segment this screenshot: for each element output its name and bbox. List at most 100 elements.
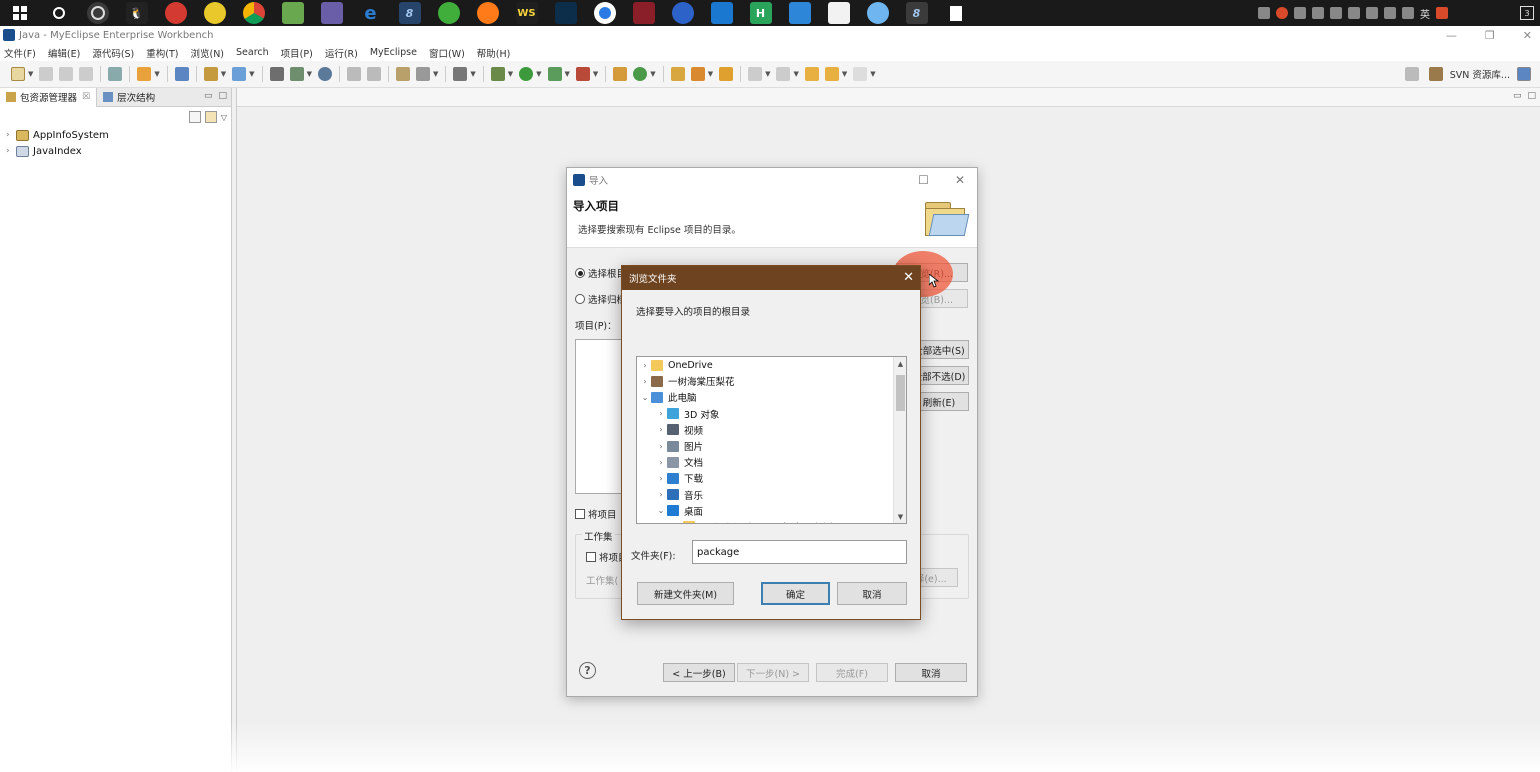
menu-project[interactable]: 项目(P) [281,46,313,60]
tab-hierarchy[interactable]: 层次结构 [97,88,161,107]
close-icon[interactable]: ✕ [903,270,914,285]
open-resource-dropdown[interactable]: ▼ [307,70,312,78]
hbuilder-icon[interactable]: H [749,2,772,24]
next-annotation-icon[interactable] [366,67,381,81]
chevron-right-icon[interactable]: › [655,425,667,434]
menu-run[interactable]: 运行(R) [325,46,358,60]
new-class-icon[interactable] [232,67,247,81]
search-tool-icon[interactable] [415,67,430,81]
app-red-white-icon[interactable] [827,2,850,24]
maximize-editor-icon[interactable]: □ [1527,91,1536,101]
chevron-right-icon[interactable]: › [6,146,16,156]
svn-perspective-button[interactable]: SVN 资源库... [1450,67,1510,81]
notepad-icon[interactable] [281,2,304,24]
folder-tree-item[interactable]: ⌄ 桌面 [637,503,906,519]
task-icon[interactable] [395,67,410,81]
save-icon[interactable] [39,67,54,81]
webstorm-icon[interactable]: WS [515,2,538,24]
minimize-button[interactable]: — [1446,29,1457,42]
finish-button[interactable]: 完成(F) [816,663,888,682]
maximize-dialog-icon[interactable]: ☐ [918,173,929,187]
notification-icon[interactable]: 3 [1520,6,1534,20]
folder-tree-item[interactable]: › 视频 [637,422,906,438]
new-icon[interactable] [11,67,25,81]
link-with-editor-icon[interactable] [204,111,217,123]
external-tools-dropdown[interactable]: ▼ [593,70,598,78]
search-icon[interactable] [48,2,70,24]
radio-button[interactable] [575,294,585,304]
open-resource-icon[interactable] [289,67,304,81]
back-icon[interactable] [824,67,839,81]
run-icon[interactable] [519,67,534,81]
collapse-all-icon[interactable] [188,111,201,123]
radio-button[interactable] [575,268,585,278]
last-edit-icon[interactable] [804,67,819,81]
tray-window-icon[interactable] [1258,7,1270,19]
chevron-down-icon[interactable]: ⌄ [655,506,667,515]
menu-navigate[interactable]: 浏览(N) [190,46,224,60]
chevron-right-icon[interactable]: › [655,409,667,418]
debug-icon[interactable] [490,67,505,81]
tray-battery-icon[interactable] [1366,7,1378,19]
menu-help[interactable]: 帮助(H) [477,46,511,60]
external-tools-icon[interactable] [575,67,590,81]
print-icon[interactable] [79,67,94,81]
radio-archive-file[interactable]: 选择归档 [575,292,626,306]
generate-dropdown[interactable]: ▼ [650,70,655,78]
bookmark-icon[interactable] [719,67,734,81]
search-tool-dropdown[interactable]: ▼ [433,70,438,78]
browser-icon[interactable] [174,67,189,81]
tray-usb-icon[interactable] [1312,7,1324,19]
folder-tree-item[interactable]: › 图片 [637,438,906,454]
folder-tree-item[interactable]: › 3D 对象 [637,406,906,422]
cloud-icon[interactable] [788,2,811,24]
folder-tree[interactable]: › OneDrive › 一树海棠压梨花 ⌄ 此电脑 › 3D 对象 › 视频 › 图片 › 文档 › 下载 ›… [636,356,907,524]
minimize-editor-icon[interactable]: ▭ [1513,91,1522,101]
new-class-dropdown[interactable]: ▼ [249,70,254,78]
netease-music-icon[interactable] [164,2,187,24]
open-type-icon[interactable] [269,67,284,81]
new-dropdown[interactable]: ▼ [28,70,33,78]
radio-root-directory[interactable]: 选择根目 [575,266,626,280]
maximize-panel-icon[interactable]: □ [218,91,227,101]
prev-edit-dropdown[interactable]: ▼ [793,70,798,78]
forward-dropdown[interactable]: ▼ [870,70,875,78]
next-edit-dropdown[interactable]: ▼ [765,70,770,78]
terminal-icon[interactable] [554,2,577,24]
view-menu-icon[interactable]: ▽ [221,113,227,122]
app-red-box-icon[interactable] [632,2,655,24]
forward-icon[interactable] [853,67,868,81]
edge-icon[interactable]: e [360,2,382,24]
new-package-dropdown[interactable]: ▼ [221,70,226,78]
folder-tree-item[interactable]: › 01 课程设计及项目帮助设计介绍 [637,519,906,523]
menu-refactor[interactable]: 重构(T) [146,46,178,60]
generate-icon[interactable] [633,67,648,81]
run-server-icon[interactable] [547,67,562,81]
overwatch-icon[interactable] [86,2,109,24]
pen-dropdown[interactable]: ▼ [708,70,713,78]
tab-package-explorer[interactable]: 包资源管理器 ☒ [0,87,98,107]
ok-button[interactable]: 确定 [761,582,830,605]
prev-edit-icon[interactable] [776,67,791,81]
browse-cancel-button[interactable]: 取消 [837,582,907,605]
pen-icon[interactable] [690,67,705,81]
firefox-icon[interactable] [476,2,499,24]
next-button[interactable]: 下一步(N) > [737,663,809,682]
cancel-button[interactable]: 取消 [895,663,967,682]
copy-projects-checkbox[interactable]: 将项目 [575,507,617,521]
app-blue-circle-icon[interactable] [593,2,616,24]
file-icon[interactable] [945,2,967,24]
menu-search[interactable]: Search [236,47,269,58]
chrome-icon[interactable] [242,2,265,24]
folder-tree-item[interactable]: › 一树海棠压梨花 [637,373,906,389]
wechat-icon[interactable] [437,2,460,24]
debug-dropdown[interactable]: ▼ [508,70,513,78]
scroll-up-icon[interactable]: ▲ [894,357,906,370]
folder-input[interactable] [692,540,907,564]
next-edit-icon[interactable] [748,67,763,81]
menu-file[interactable]: 文件(F) [4,46,36,60]
myeclipse-active-icon[interactable]: 8 [905,2,928,24]
chevron-right-icon[interactable]: › [639,361,651,370]
menu-edit[interactable]: 编辑(E) [48,46,80,60]
chevron-right-icon[interactable]: › [655,474,667,483]
